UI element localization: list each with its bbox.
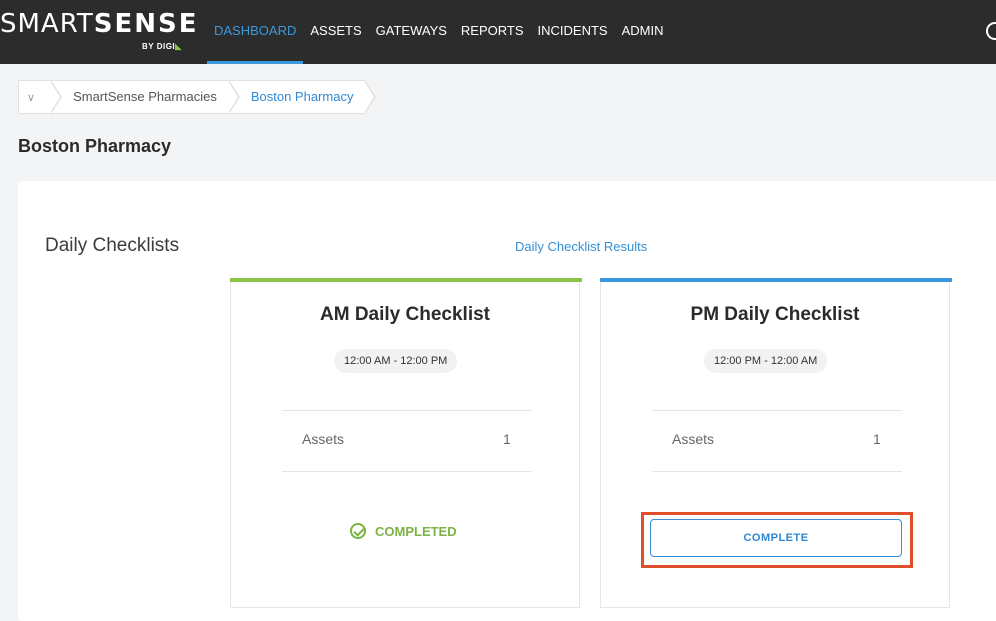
top-navigation-bar: SMARTSENSE BY DIGI◣ DASHBOARD ASSETS GAT…: [0, 0, 996, 64]
breadcrumb-toggle[interactable]: ∨: [18, 80, 63, 114]
daily-checklist-results-link[interactable]: Daily Checklist Results: [515, 239, 647, 254]
brand-name: SMARTSENSE: [0, 9, 199, 39]
daily-checklists-panel: Daily Checklists Daily Checklist Results…: [18, 181, 996, 621]
assets-count: 1: [503, 431, 511, 447]
user-menu-icon[interactable]: [986, 22, 996, 40]
main-nav: DASHBOARD ASSETS GATEWAYS REPORTS INCIDE…: [207, 0, 670, 64]
nav-item-reports[interactable]: REPORTS: [454, 0, 531, 64]
card-accent-bar: [230, 278, 582, 282]
breadcrumb-separator: [227, 80, 240, 114]
breadcrumb-item-label: SmartSense Pharmacies: [73, 89, 217, 104]
card-title: AM Daily Checklist: [320, 304, 490, 325]
nav-item-gateways[interactable]: GATEWAYS: [369, 0, 454, 64]
brand-name-light: SMART: [0, 9, 94, 39]
time-range-badge: 12:00 PM - 12:00 AM: [704, 349, 828, 373]
nav-item-dashboard[interactable]: DASHBOARD: [207, 0, 304, 64]
brand-logo[interactable]: SMARTSENSE BY DIGI◣: [0, 6, 205, 58]
breadcrumb: ∨ SmartSense Pharmacies Boston Pharmacy: [18, 80, 377, 114]
brand-byline: BY DIGI◣: [142, 42, 182, 51]
page-title: Boston Pharmacy: [18, 136, 172, 156]
assets-count: 1: [873, 431, 881, 447]
breadcrumb-separator: [364, 80, 377, 114]
brand-name-bold: SENSE: [93, 9, 199, 39]
checklist-card-am: AM Daily Checklist 12:00 AM - 12:00 PM A…: [230, 278, 582, 608]
time-range-badge: 12:00 AM - 12:00 PM: [334, 349, 458, 373]
complete-button[interactable]: COMPLETE: [650, 519, 902, 557]
divider: [652, 471, 902, 472]
nav-item-incidents[interactable]: INCIDENTS: [531, 0, 615, 64]
breadcrumb-separator: [50, 80, 63, 114]
divider: [282, 410, 532, 411]
section-title: Daily Checklists: [45, 235, 180, 256]
divider: [282, 471, 532, 472]
nav-item-assets[interactable]: ASSETS: [303, 0, 368, 64]
digi-mark-icon: ◣: [175, 42, 182, 51]
breadcrumb-item-current[interactable]: Boston Pharmacy: [228, 80, 377, 114]
nav-item-admin[interactable]: ADMIN: [615, 0, 671, 64]
assets-label: Assets: [302, 431, 345, 447]
breadcrumb-item-pharmacies[interactable]: SmartSense Pharmacies: [51, 80, 240, 114]
assets-label: Assets: [672, 431, 715, 447]
breadcrumb-item-label: Boston Pharmacy: [250, 89, 354, 104]
chevron-down-icon: ∨: [27, 92, 36, 104]
completed-status-label: COMPLETED: [375, 523, 457, 539]
checklist-card-pm: PM Daily Checklist 12:00 PM - 12:00 AM A…: [600, 278, 952, 608]
completed-status: COMPLETED: [350, 523, 457, 539]
check-circle-icon: [350, 523, 366, 539]
card-accent-bar: [600, 278, 952, 282]
card-title: PM Daily Checklist: [690, 304, 860, 325]
divider: [652, 410, 902, 411]
brand-by-text: BY DIGI: [142, 42, 176, 51]
